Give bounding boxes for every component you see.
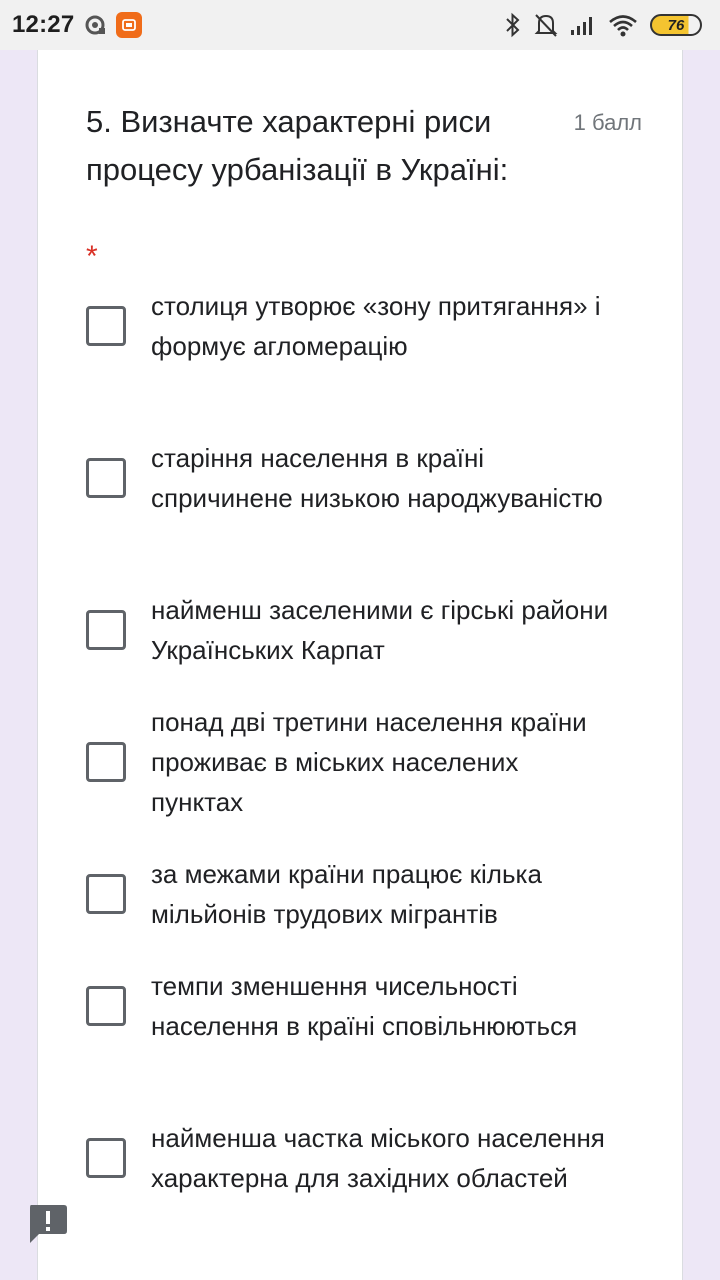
checkbox-option[interactable]: столиця утворює «зону притягання» і форм… bbox=[86, 286, 646, 366]
checkbox-option[interactable]: найменш заселеними є гірські райони Укра… bbox=[86, 590, 646, 670]
checkbox-option[interactable]: найменша частка міського населення харак… bbox=[86, 1118, 646, 1198]
record-icon bbox=[85, 15, 106, 35]
option-label: столиця утворює «зону притягання» і форм… bbox=[151, 291, 601, 361]
option-label: найменш заселеними є гірські райони Укра… bbox=[151, 595, 609, 665]
bluetooth-icon bbox=[506, 12, 520, 38]
report-feedback-icon[interactable] bbox=[27, 1203, 68, 1245]
option-checkbox[interactable] bbox=[86, 1138, 126, 1178]
checkbox-option[interactable]: понад дві третини населення країни прожи… bbox=[86, 702, 646, 822]
wifi-icon bbox=[609, 15, 637, 37]
option-checkbox[interactable] bbox=[86, 874, 126, 914]
checkbox-option[interactable]: старіння населення в країні спричинене н… bbox=[86, 438, 646, 518]
status-time: 12:27 bbox=[12, 11, 75, 38]
question-points: 1 балл bbox=[573, 110, 642, 135]
signal-icon bbox=[571, 17, 592, 35]
app-notification-icon bbox=[116, 12, 143, 38]
checkbox-option[interactable]: темпи зменшення чисельності населення в … bbox=[86, 966, 646, 1046]
option-checkbox[interactable] bbox=[86, 742, 126, 782]
status-bar: 12:27 76 bbox=[0, 0, 720, 50]
option-label: понад дві третини населення країни прожи… bbox=[151, 707, 587, 817]
option-checkbox[interactable] bbox=[86, 610, 126, 650]
battery-icon: 76 bbox=[650, 14, 702, 36]
option-label: старіння населення в країні спричинене н… bbox=[151, 443, 603, 513]
question-header: 5. Визначте характерні риси процесу урба… bbox=[86, 98, 642, 273]
option-checkbox[interactable] bbox=[86, 458, 126, 498]
mute-bell-icon bbox=[534, 14, 558, 37]
question-title: 5. Визначте характерні риси процесу урба… bbox=[86, 104, 509, 187]
option-label: за межами країни працює кілька мільйонів… bbox=[151, 859, 542, 929]
option-label: найменша частка міського населення харак… bbox=[151, 1123, 605, 1193]
checkbox-option[interactable]: за межами країни працює кілька мільйонів… bbox=[86, 854, 646, 934]
option-label: темпи зменшення чисельності населення в … bbox=[151, 971, 578, 1041]
question-card: 5. Визначте характерні риси процесу урба… bbox=[37, 50, 683, 1280]
option-checkbox[interactable] bbox=[86, 986, 126, 1026]
option-checkbox[interactable] bbox=[86, 306, 126, 346]
battery-level: 76 bbox=[667, 16, 685, 34]
required-asterisk: * bbox=[86, 240, 98, 273]
